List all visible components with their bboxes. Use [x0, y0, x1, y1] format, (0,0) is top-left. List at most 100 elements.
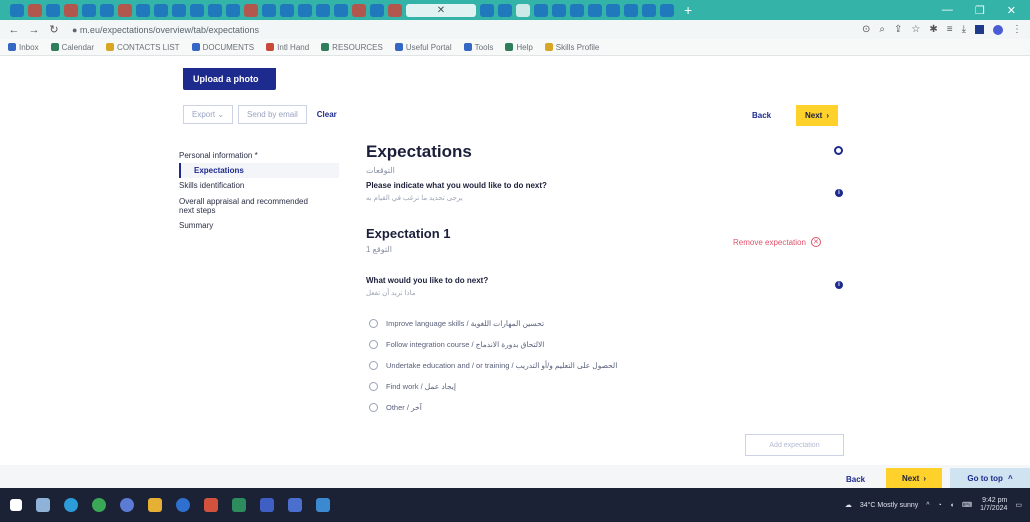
- browser-tab[interactable]: [118, 3, 132, 17]
- back-arrow-icon[interactable]: ←: [8, 24, 20, 36]
- browser-tab[interactable]: [570, 3, 584, 17]
- back-button-bottom[interactable]: Back: [846, 475, 865, 484]
- browser-tab[interactable]: [588, 3, 602, 17]
- sidepanel-icon[interactable]: [975, 25, 984, 34]
- option-integration-course[interactable]: Follow integration course / الالتحاق بدو…: [369, 334, 617, 355]
- collapse-toggle-icon[interactable]: [834, 146, 843, 155]
- sidebar-item-overall-appraisal[interactable]: Overall appraisal and recommended next s…: [179, 194, 319, 218]
- maximize-icon[interactable]: ❐: [975, 4, 985, 17]
- browser-tab[interactable]: [606, 3, 620, 17]
- radio-button[interactable]: [369, 403, 378, 412]
- next-button-bottom[interactable]: Next ›: [886, 468, 942, 488]
- browser-tab[interactable]: [388, 3, 402, 17]
- bookmark-item[interactable]: Calendar: [50, 43, 94, 52]
- remove-expectation-button[interactable]: Remove expectation ✕: [733, 237, 821, 247]
- app-icon[interactable]: [288, 498, 302, 512]
- zoom-icon[interactable]: ⌕: [879, 24, 885, 35]
- browser-tab[interactable]: [280, 3, 294, 17]
- browser-tab[interactable]: [154, 3, 168, 17]
- browser-tab[interactable]: [64, 3, 78, 17]
- radio-button[interactable]: [369, 340, 378, 349]
- browser-tab[interactable]: [534, 3, 548, 17]
- browser-tab[interactable]: [244, 3, 258, 17]
- radio-button[interactable]: [369, 361, 378, 370]
- browser-tab[interactable]: [190, 3, 204, 17]
- sidebar-item-personal-information[interactable]: Personal information *: [179, 148, 339, 163]
- app-icon[interactable]: [232, 498, 246, 512]
- browser-tab[interactable]: [660, 3, 674, 17]
- minimize-icon[interactable]: —: [942, 4, 953, 17]
- app-icon[interactable]: [176, 498, 190, 512]
- browser-tab[interactable]: [498, 3, 512, 17]
- browser-tab[interactable]: [298, 3, 312, 17]
- option-find-work[interactable]: Find work / إيجاد عمل: [369, 376, 617, 397]
- taskview-icon[interactable]: [36, 498, 50, 512]
- file-explorer-icon[interactable]: [148, 498, 162, 512]
- send-by-email-button[interactable]: Send by email: [238, 105, 307, 124]
- browser-tab[interactable]: [136, 3, 150, 17]
- start-menu-icon[interactable]: [10, 499, 22, 511]
- export-button[interactable]: Export ⌄: [183, 105, 234, 124]
- volume-icon[interactable]: ◖: [950, 502, 954, 509]
- profile-avatar[interactable]: [993, 24, 1003, 35]
- browser-tab[interactable]: [10, 3, 24, 17]
- share-icon[interactable]: ⇪: [894, 24, 902, 35]
- sidebar-item-summary[interactable]: Summary: [179, 218, 339, 233]
- browser-tab[interactable]: [552, 3, 566, 17]
- bookmark-item[interactable]: Useful Portal: [394, 43, 452, 52]
- browser-tab[interactable]: [28, 3, 42, 17]
- browser-tab[interactable]: [82, 3, 96, 17]
- browser-tab[interactable]: [316, 3, 330, 17]
- option-other[interactable]: Other / آخر: [369, 397, 617, 418]
- radio-button[interactable]: [369, 382, 378, 391]
- browser-tab[interactable]: [208, 3, 222, 17]
- language-icon[interactable]: ⌨: [962, 501, 972, 509]
- mail-icon[interactable]: [316, 498, 330, 512]
- browser-tab[interactable]: [172, 3, 186, 17]
- bookmark-item[interactable]: DOCUMENTS: [191, 43, 254, 52]
- bookmark-item[interactable]: Intl Hand: [266, 43, 309, 52]
- forward-arrow-icon[interactable]: →: [28, 24, 40, 36]
- option-education-training[interactable]: Undertake education and / or training / …: [369, 355, 617, 376]
- bookmark-item[interactable]: Help: [505, 43, 533, 52]
- browser-tab[interactable]: [334, 3, 348, 17]
- option-improve-language[interactable]: Improve language skills / تحسين المهارات…: [369, 313, 617, 334]
- sidebar-item-expectations[interactable]: Expectations: [179, 163, 339, 179]
- clock[interactable]: 9:42 pm 1/7/2024: [980, 497, 1007, 514]
- browser-tab[interactable]: [100, 3, 114, 17]
- browser-tab-active[interactable]: ✕: [406, 3, 476, 17]
- edge-browser-icon[interactable]: [64, 498, 78, 512]
- bookmark-item[interactable]: RESOURCES: [321, 43, 383, 52]
- close-window-icon[interactable]: ✕: [1007, 4, 1016, 17]
- bookmark-item[interactable]: CONTACTS LIST: [106, 43, 180, 52]
- chrome-browser-icon[interactable]: [92, 498, 106, 512]
- url-field[interactable]: ● m.eu/expectations/overview/tab/expecta…: [72, 25, 259, 35]
- browser-tab[interactable]: [262, 3, 276, 17]
- browser-tab[interactable]: [352, 3, 366, 17]
- close-tab-icon[interactable]: ✕: [437, 5, 445, 16]
- app-icon[interactable]: [120, 498, 134, 512]
- tab-search-icon[interactable]: ≡: [947, 24, 953, 35]
- bookmark-item[interactable]: Skills Profile: [544, 43, 599, 52]
- download-icon[interactable]: ⤓: [962, 24, 966, 35]
- browser-tab[interactable]: [226, 3, 240, 17]
- notifications-icon[interactable]: ▭: [1015, 501, 1022, 509]
- info-icon[interactable]: i: [835, 281, 843, 289]
- network-icon[interactable]: ◔: [938, 502, 942, 509]
- bookmark-item[interactable]: Inbox: [8, 43, 39, 52]
- info-icon[interactable]: i: [835, 189, 843, 197]
- new-tab-icon[interactable]: +: [684, 2, 692, 18]
- back-button-top[interactable]: Back: [752, 111, 771, 120]
- browser-tab[interactable]: [516, 3, 530, 17]
- browser-tab[interactable]: [480, 3, 494, 17]
- radio-button[interactable]: [369, 319, 378, 328]
- reload-icon[interactable]: ↻: [48, 23, 60, 36]
- browser-tab[interactable]: [370, 3, 384, 17]
- weather-text[interactable]: 34°C Mostly sunny: [860, 502, 918, 509]
- cast-icon[interactable]: ⊙: [862, 24, 870, 35]
- upload-photo-button[interactable]: Upload a photo: [183, 68, 276, 90]
- sidebar-item-skills-identification[interactable]: Skills identification: [179, 178, 339, 193]
- browser-tab[interactable]: [624, 3, 638, 17]
- clear-button[interactable]: Clear: [317, 110, 337, 119]
- bookmark-item[interactable]: Tools: [463, 43, 493, 52]
